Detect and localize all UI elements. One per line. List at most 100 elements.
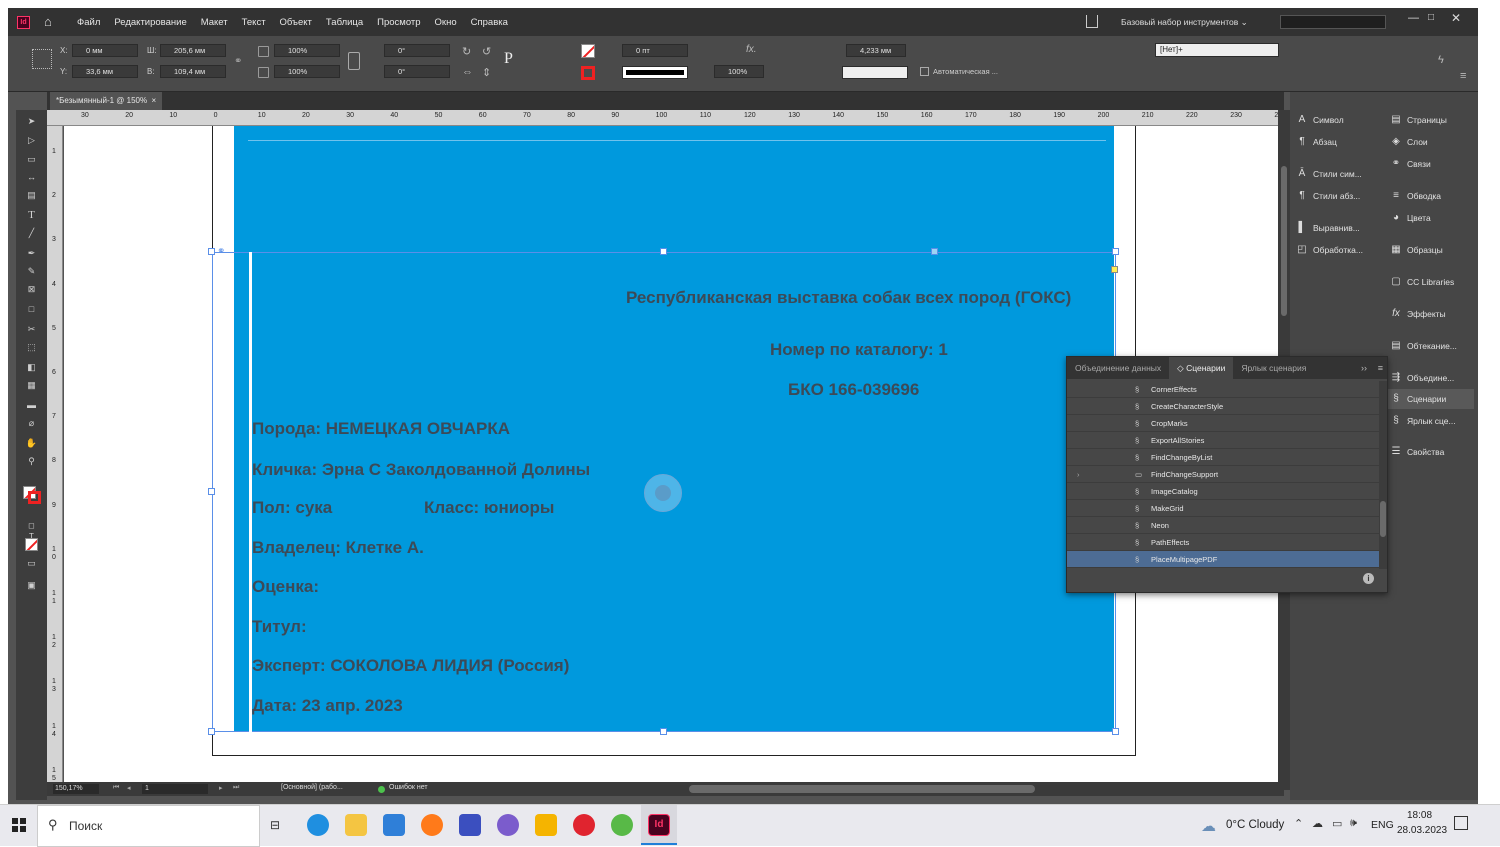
list-item[interactable]: § CropMarks bbox=[1067, 415, 1379, 432]
opacity-field[interactable]: 100% bbox=[714, 65, 764, 78]
constrain-proportions-icon[interactable]: ⚭ bbox=[234, 56, 242, 67]
search-field[interactable] bbox=[1280, 15, 1386, 29]
dock-text-wrap[interactable]: ▤ Обтекание... bbox=[1390, 336, 1457, 356]
list-item[interactable]: § FindChangeByList bbox=[1067, 449, 1379, 466]
dock-data-merge[interactable]: ⇶ Объедине... bbox=[1390, 368, 1454, 388]
selection-handle[interactable] bbox=[208, 728, 215, 735]
clock-date[interactable]: 28.03.2023 bbox=[1397, 825, 1447, 836]
reference-point-icon[interactable] bbox=[32, 49, 52, 69]
tab-script-label[interactable]: Ярлык сценария bbox=[1233, 357, 1314, 379]
link-icon[interactable]: ⚭ bbox=[217, 246, 225, 257]
gutter-field[interactable]: 4,233 мм bbox=[846, 44, 906, 57]
selection-handle[interactable] bbox=[208, 248, 215, 255]
scale-x-field[interactable]: 100% bbox=[274, 44, 340, 57]
minimize-button[interactable]: — bbox=[1408, 12, 1419, 24]
rotate-cw-icon[interactable]: ↻ bbox=[462, 45, 471, 58]
constrain-scale-icon[interactable] bbox=[348, 52, 360, 70]
menu-help[interactable]: Справка bbox=[464, 17, 515, 28]
free-transform-tool-icon[interactable]: ⬚ bbox=[25, 342, 38, 353]
maximize-button[interactable]: □ bbox=[1428, 12, 1434, 23]
selection-handle[interactable] bbox=[1112, 728, 1119, 735]
format-container-icon[interactable]: ◻ T bbox=[25, 520, 38, 541]
dock-pages[interactable]: ▤ Страницы bbox=[1390, 110, 1447, 130]
out-port-handle[interactable] bbox=[1111, 266, 1118, 273]
preflight-label[interactable]: Ошибок нет bbox=[389, 784, 428, 791]
autofit-checkbox[interactable] bbox=[920, 67, 929, 76]
list-item[interactable]: § CornerEffects bbox=[1067, 381, 1379, 398]
view-mode-icon[interactable]: ▭ bbox=[25, 558, 38, 569]
menu-layout[interactable]: Макет bbox=[194, 17, 235, 28]
file-explorer-icon[interactable] bbox=[345, 814, 367, 836]
dock-pathfinder[interactable]: ◰ Обработка... bbox=[1296, 240, 1363, 260]
menu-window[interactable]: Окно bbox=[428, 17, 464, 28]
object-style-select[interactable]: [Нет]+ bbox=[1155, 43, 1279, 57]
stroke-weight-field[interactable]: 0 пт bbox=[622, 44, 688, 57]
selection-handle[interactable] bbox=[208, 488, 215, 495]
type-tool-icon[interactable]: T bbox=[25, 210, 38, 221]
next-page-icon[interactable]: ▸ bbox=[219, 784, 223, 792]
prev-page-icon[interactable]: ◂ bbox=[127, 784, 131, 792]
notes-app-icon[interactable] bbox=[535, 814, 557, 836]
info-icon[interactable]: i bbox=[1363, 573, 1374, 584]
list-item[interactable]: § ImageCatalog bbox=[1067, 483, 1379, 500]
dock-swatches[interactable]: ▦ Образцы bbox=[1390, 240, 1442, 260]
flip-horizontal-icon[interactable]: ⇔ bbox=[462, 66, 473, 78]
eyedropper-tool-icon[interactable]: ⌀ bbox=[25, 418, 38, 429]
y-field[interactable]: 33,6 мм bbox=[72, 65, 138, 78]
menu-object[interactable]: Объект bbox=[273, 17, 319, 28]
stroke-swatch-icon[interactable] bbox=[581, 66, 595, 80]
list-item[interactable]: § MakeGrid bbox=[1067, 500, 1379, 517]
shear-field[interactable]: 0° bbox=[384, 65, 450, 78]
home-icon[interactable]: ⌂ bbox=[44, 15, 52, 28]
rectangle-frame-tool-icon[interactable]: ⊠ bbox=[25, 284, 38, 295]
dock-scripts[interactable]: § Сценарии bbox=[1386, 389, 1474, 409]
selection-tool-icon[interactable]: ➤ bbox=[25, 116, 38, 127]
selection-handle[interactable] bbox=[660, 728, 667, 735]
panel-menu-icon[interactable]: ≡ bbox=[1460, 70, 1466, 82]
dock-character-styles[interactable]: Ā Стили сим... bbox=[1296, 164, 1362, 184]
zoom-field[interactable]: 150,17% bbox=[53, 784, 99, 794]
collapse-panel-icon[interactable]: ›› bbox=[1361, 363, 1367, 373]
dock-align[interactable]: ▌ Выравнив... bbox=[1296, 218, 1359, 238]
weather-label[interactable]: 0°C Cloudy bbox=[1226, 819, 1284, 831]
workspace-switcher[interactable]: Базовый набор инструментов ⌄ bbox=[1121, 17, 1248, 28]
list-item[interactable]: › ▭ FindChangeSupport bbox=[1067, 466, 1379, 483]
list-item[interactable]: § ExportAllStories bbox=[1067, 432, 1379, 449]
menu-text[interactable]: Текст bbox=[235, 17, 273, 28]
height-field[interactable]: 109,4 мм bbox=[160, 65, 226, 78]
apply-none-icon[interactable] bbox=[25, 538, 38, 551]
list-item[interactable]: § CreateCharacterStyle bbox=[1067, 398, 1379, 415]
dock-links[interactable]: ⚭ Связи bbox=[1390, 154, 1431, 174]
dock-script-label[interactable]: § Ярлык сце... bbox=[1390, 411, 1455, 431]
clock-time[interactable]: 18:08 bbox=[1407, 810, 1432, 821]
edge-icon[interactable] bbox=[307, 814, 329, 836]
dock-colors[interactable]: ◕ Цвета bbox=[1390, 208, 1431, 228]
volume-icon[interactable]: 🕪 bbox=[1350, 817, 1357, 830]
list-item[interactable]: § Neon bbox=[1067, 517, 1379, 534]
rotate-field[interactable]: 0° bbox=[384, 44, 450, 57]
lightning-icon[interactable]: ϟ bbox=[1438, 54, 1444, 66]
dock-cc-libraries[interactable]: ▢ CC Libraries bbox=[1390, 272, 1454, 292]
dock-stroke[interactable]: ≡ Обводка bbox=[1390, 186, 1441, 206]
chevron-up-icon[interactable]: ⌃ bbox=[1294, 817, 1303, 830]
master-label[interactable]: [Основной] (рабо... bbox=[281, 784, 343, 791]
onedrive-icon[interactable]: ☁ bbox=[1312, 817, 1323, 830]
gap-tool-icon[interactable]: ↔ bbox=[25, 172, 38, 183]
gradient-tool-icon[interactable]: ◧ bbox=[25, 362, 38, 373]
list-item[interactable]: § PathEffects bbox=[1067, 534, 1379, 551]
first-page-icon[interactable]: ⏮ bbox=[113, 784, 119, 792]
note-tool-icon[interactable]: ▬ bbox=[25, 400, 38, 411]
hand-tool-icon[interactable]: ✋ bbox=[25, 438, 38, 449]
torrent-icon[interactable] bbox=[611, 814, 633, 836]
taskbar-search[interactable]: ⚲ Поиск bbox=[37, 805, 260, 847]
tab-scripts[interactable]: ◇ Сценарии bbox=[1169, 357, 1234, 379]
zoom-tool-icon[interactable]: ⚲ bbox=[25, 456, 38, 467]
page-field[interactable]: 1 bbox=[142, 784, 208, 794]
document-tab[interactable]: *Безымянный-1 @ 150% × bbox=[50, 92, 163, 110]
dock-layers[interactable]: ◈ Слои bbox=[1390, 132, 1428, 152]
close-button[interactable]: ✕ bbox=[1451, 11, 1461, 25]
windows-start-icon[interactable] bbox=[12, 818, 26, 832]
indesign-taskbar-button[interactable]: Id bbox=[641, 805, 677, 845]
pencil-tool-icon[interactable]: ✎ bbox=[25, 266, 38, 277]
center-point[interactable] bbox=[931, 248, 938, 255]
